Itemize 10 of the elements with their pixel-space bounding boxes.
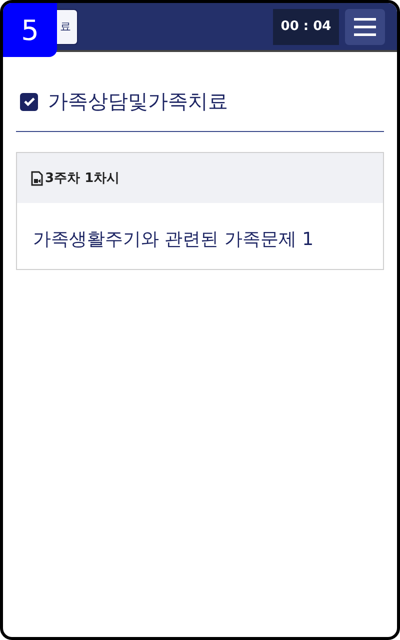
menu-button[interactable] — [345, 8, 385, 44]
step-badge: 5 — [3, 3, 57, 57]
video-file-icon — [31, 170, 43, 186]
week-label: 3주차 1차시 — [45, 170, 120, 187]
lesson-title[interactable]: 가족생활주기와 관련된 가족문제 1 — [17, 203, 383, 269]
course-title: 가족상담및가족치료 — [48, 88, 228, 115]
checkbox[interactable] — [20, 92, 38, 110]
check-icon — [24, 97, 34, 106]
timer: 00 : 04 — [273, 8, 339, 44]
menu-icon — [354, 18, 376, 36]
